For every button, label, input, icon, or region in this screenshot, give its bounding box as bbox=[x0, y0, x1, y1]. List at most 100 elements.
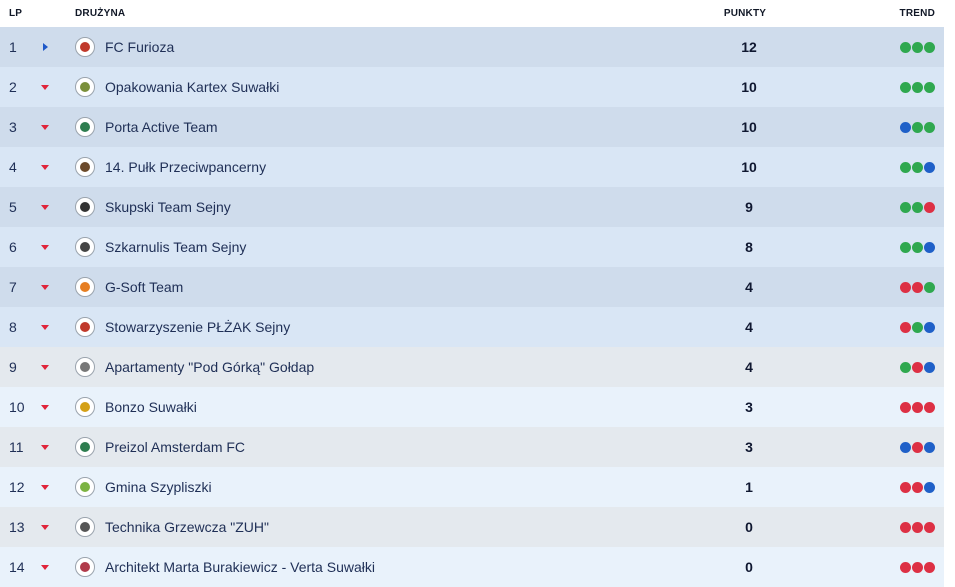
points-value: 1 bbox=[745, 479, 753, 495]
table-row[interactable]: 14 Architekt Marta Burakiewicz - Verta Su… bbox=[0, 547, 944, 587]
position-change bbox=[37, 547, 75, 587]
trend-indicator bbox=[873, 201, 944, 213]
position-change bbox=[37, 27, 75, 67]
draw-dot-icon bbox=[900, 441, 911, 453]
team-name-link[interactable]: Apartamenty "Pod Górką" Gołdap bbox=[105, 359, 625, 375]
caret-down-icon bbox=[41, 165, 49, 170]
win-dot-icon bbox=[912, 81, 923, 93]
table-row[interactable]: 13 Technika Grzewcza "ZUH" 0 bbox=[0, 507, 944, 547]
table-row[interactable]: 3 Porta Active Team 10 bbox=[0, 107, 944, 147]
position-number: 2 bbox=[9, 79, 17, 95]
caret-down-icon bbox=[41, 325, 49, 330]
position-number: 8 bbox=[9, 319, 17, 335]
table-row[interactable]: 2 Opakowania Kartex Suwałki 10 bbox=[0, 67, 944, 107]
points-value: 0 bbox=[745, 559, 753, 575]
position-number: 14 bbox=[9, 559, 25, 575]
draw-dot-icon bbox=[924, 161, 935, 173]
draw-dot-icon bbox=[924, 481, 935, 493]
table-row[interactable]: 11 Preizol Amsterdam FC 3 bbox=[0, 427, 944, 467]
points-value: 8 bbox=[745, 239, 753, 255]
win-dot-icon bbox=[924, 81, 935, 93]
position-number: 5 bbox=[9, 199, 17, 215]
points-value: 4 bbox=[745, 359, 753, 375]
position-number: 6 bbox=[9, 239, 17, 255]
header-points: PUNKTY bbox=[723, 8, 767, 19]
trend-indicator bbox=[873, 81, 944, 93]
points-value: 4 bbox=[745, 279, 753, 295]
team-logo-icon bbox=[75, 557, 95, 577]
position-change bbox=[37, 507, 75, 547]
win-dot-icon bbox=[900, 241, 911, 253]
header-lp: LP bbox=[9, 8, 23, 19]
trend-indicator bbox=[873, 561, 944, 573]
points-value: 0 bbox=[745, 519, 753, 535]
team-logo-icon bbox=[75, 517, 95, 537]
team-logo-icon bbox=[75, 357, 95, 377]
table-row[interactable]: 7 G-Soft Team 4 bbox=[0, 267, 944, 307]
team-logo-icon bbox=[75, 477, 95, 497]
table-header: LP DRUŻYNA PUNKTY TREND bbox=[0, 0, 944, 27]
points-value: 10 bbox=[741, 79, 757, 95]
draw-dot-icon bbox=[924, 321, 935, 333]
position-number: 11 bbox=[9, 439, 24, 455]
win-dot-icon bbox=[900, 201, 911, 213]
position-number: 13 bbox=[9, 519, 25, 535]
team-name-link[interactable]: Szkarnulis Team Sejny bbox=[105, 239, 625, 255]
team-name-link[interactable]: 14. Pułk Przeciwpancerny bbox=[105, 159, 625, 175]
caret-down-icon bbox=[41, 565, 49, 570]
table-row[interactable]: 5 Skupski Team Sejny 9 bbox=[0, 187, 944, 227]
table-row[interactable]: 4 14. Pułk Przeciwpancerny 10 bbox=[0, 147, 944, 187]
loss-dot-icon bbox=[912, 521, 923, 533]
trend-indicator bbox=[873, 241, 944, 253]
loss-dot-icon bbox=[924, 561, 935, 573]
points-value: 9 bbox=[745, 199, 753, 215]
position-change bbox=[37, 387, 75, 427]
loss-dot-icon bbox=[912, 561, 923, 573]
caret-down-icon bbox=[41, 125, 49, 130]
points-value: 10 bbox=[741, 119, 757, 135]
team-name-link[interactable]: Opakowania Kartex Suwałki bbox=[105, 79, 625, 95]
trend-indicator bbox=[873, 281, 944, 293]
win-dot-icon bbox=[900, 161, 911, 173]
team-name-link[interactable]: G-Soft Team bbox=[105, 279, 625, 295]
position-change bbox=[37, 187, 75, 227]
caret-down-icon bbox=[41, 85, 49, 90]
header-team: DRUŻYNA bbox=[75, 8, 126, 19]
loss-dot-icon bbox=[924, 201, 935, 213]
loss-dot-icon bbox=[912, 281, 923, 293]
loss-dot-icon bbox=[912, 361, 923, 373]
position-change bbox=[37, 427, 75, 467]
position-number: 7 bbox=[9, 279, 17, 295]
points-value: 12 bbox=[741, 39, 757, 55]
loss-dot-icon bbox=[900, 401, 911, 413]
team-name-link[interactable]: Architekt Marta Burakiewicz - Verta Suwa… bbox=[105, 559, 625, 575]
loss-dot-icon bbox=[900, 521, 911, 533]
team-name-link[interactable]: Skupski Team Sejny bbox=[105, 199, 625, 215]
position-number: 1 bbox=[9, 39, 17, 55]
team-name-link[interactable]: FC Furioza bbox=[105, 39, 625, 55]
table-row[interactable]: 1 FC Furioza 12 bbox=[0, 27, 944, 67]
points-value: 10 bbox=[741, 159, 757, 175]
table-row[interactable]: 9 Apartamenty "Pod Górką" Gołdap 4 bbox=[0, 347, 944, 387]
loss-dot-icon bbox=[900, 481, 911, 493]
table-row[interactable]: 12 Gmina Szypliszki 1 bbox=[0, 467, 944, 507]
table-row[interactable]: 6 Szkarnulis Team Sejny 8 bbox=[0, 227, 944, 267]
caret-down-icon bbox=[41, 205, 49, 210]
team-name-link[interactable]: Bonzo Suwałki bbox=[105, 399, 625, 415]
position-change bbox=[37, 147, 75, 187]
team-name-link[interactable]: Porta Active Team bbox=[105, 119, 625, 135]
team-name-link[interactable]: Gmina Szypliszki bbox=[105, 479, 625, 495]
team-name-link[interactable]: Preizol Amsterdam FC bbox=[105, 439, 625, 455]
win-dot-icon bbox=[924, 281, 935, 293]
team-name-link[interactable]: Stowarzyszenie PŁŻAK Sejny bbox=[105, 319, 625, 335]
loss-dot-icon bbox=[900, 561, 911, 573]
trend-indicator bbox=[873, 41, 944, 53]
position-change bbox=[37, 107, 75, 147]
loss-dot-icon bbox=[924, 401, 935, 413]
table-row[interactable]: 10 Bonzo Suwałki 3 bbox=[0, 387, 944, 427]
team-name-link[interactable]: Technika Grzewcza "ZUH" bbox=[105, 519, 625, 535]
table-row[interactable]: 8 Stowarzyszenie PŁŻAK Sejny 4 bbox=[0, 307, 944, 347]
win-dot-icon bbox=[924, 41, 935, 53]
win-dot-icon bbox=[912, 121, 923, 133]
win-dot-icon bbox=[900, 81, 911, 93]
